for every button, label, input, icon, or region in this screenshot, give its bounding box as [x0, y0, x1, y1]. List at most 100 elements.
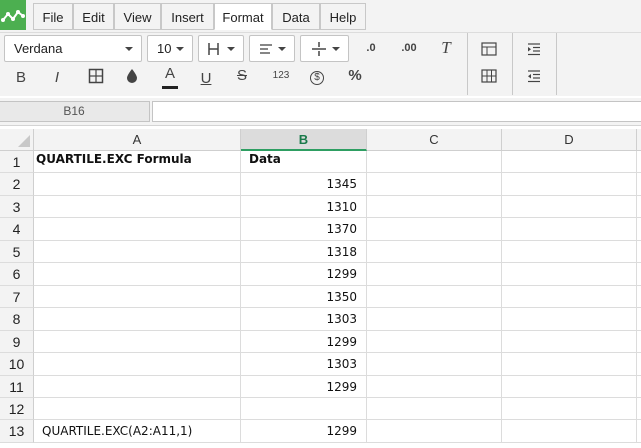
text-color-button[interactable]: A [158, 62, 182, 90]
number-format-button[interactable]: 123 [268, 64, 294, 88]
borders-icon[interactable] [84, 64, 108, 88]
cell-a10[interactable] [34, 353, 241, 376]
cell-b9[interactable]: 1299 [241, 331, 367, 353]
cell-a12[interactable] [34, 398, 241, 420]
cell-a4[interactable] [34, 218, 241, 241]
cell-e9[interactable] [637, 331, 641, 353]
row-header[interactable]: 9 [0, 331, 34, 353]
cell-e1[interactable] [637, 151, 641, 173]
cell-b3[interactable]: 1310 [241, 196, 367, 218]
cell-d7[interactable] [502, 286, 637, 308]
cell-e3[interactable] [637, 196, 641, 218]
row-header[interactable]: 12 [0, 398, 34, 420]
cell-d11[interactable] [502, 376, 637, 398]
column-header-d[interactable]: D [502, 129, 637, 151]
menu-insert[interactable]: Insert [161, 3, 214, 30]
cell-d2[interactable] [502, 173, 637, 196]
cell-b1[interactable]: Data [241, 151, 367, 173]
cell-e11[interactable] [637, 376, 641, 398]
cell-d12[interactable] [502, 398, 637, 420]
clear-formatting-icon[interactable]: T [434, 36, 458, 60]
cell-e6[interactable] [637, 263, 641, 286]
cell-c9[interactable] [367, 331, 502, 353]
cell-c10[interactable] [367, 353, 502, 376]
text-wrap-select[interactable] [300, 35, 349, 62]
cell-e5[interactable] [637, 241, 641, 263]
cell-b12[interactable] [241, 398, 367, 420]
vertical-align-select[interactable] [198, 35, 244, 62]
cell-c12[interactable] [367, 398, 502, 420]
cell-c7[interactable] [367, 286, 502, 308]
cell-reference-box[interactable]: B16 [0, 101, 150, 122]
cell-b4[interactable]: 1370 [241, 218, 367, 241]
cell-e4[interactable] [637, 218, 641, 241]
cell-d4[interactable] [502, 218, 637, 241]
cell-c8[interactable] [367, 308, 502, 331]
font-size-select[interactable]: 10 [147, 35, 193, 62]
cell-c4[interactable] [367, 218, 502, 241]
fill-color-icon[interactable] [120, 64, 144, 88]
cell-a9[interactable] [34, 331, 241, 353]
cell-b13[interactable]: 1299 [241, 420, 367, 443]
cell-e10[interactable] [637, 353, 641, 376]
menu-file[interactable]: File [33, 3, 73, 30]
cell-d5[interactable] [502, 241, 637, 263]
menu-data[interactable]: Data [272, 3, 320, 30]
cell-c2[interactable] [367, 173, 502, 196]
cell-a8[interactable] [34, 308, 241, 331]
select-all-corner[interactable] [0, 129, 34, 151]
cell-a3[interactable] [34, 196, 241, 218]
cell-b6[interactable]: 1299 [241, 263, 367, 286]
cell-c3[interactable] [367, 196, 502, 218]
cell-a7[interactable] [34, 286, 241, 308]
row-header[interactable]: 3 [0, 196, 34, 218]
menu-edit[interactable]: Edit [73, 3, 114, 30]
cell-b2[interactable]: 1345 [241, 173, 367, 196]
cell-b7[interactable]: 1350 [241, 286, 367, 308]
cell-c5[interactable] [367, 241, 502, 263]
cell-e2[interactable] [637, 173, 641, 196]
decrease-decimals-button[interactable]: .0 [358, 36, 384, 60]
horizontal-align-select[interactable] [249, 35, 295, 62]
cell-a6[interactable] [34, 263, 241, 286]
cell-d1[interactable] [502, 151, 637, 173]
row-header[interactable]: 1 [0, 151, 34, 173]
bold-button[interactable]: B [9, 66, 33, 90]
cell-d3[interactable] [502, 196, 637, 218]
cell-e7[interactable] [637, 286, 641, 308]
cell-d13[interactable] [502, 420, 637, 443]
percent-button[interactable]: % [343, 64, 367, 88]
cell-e12[interactable] [637, 398, 641, 420]
italic-button[interactable]: I [45, 66, 69, 90]
row-header[interactable]: 4 [0, 218, 34, 241]
cell-e13[interactable] [637, 420, 641, 443]
increase-decimals-button[interactable]: .00 [396, 36, 422, 60]
cell-e8[interactable] [637, 308, 641, 331]
row-header[interactable]: 7 [0, 286, 34, 308]
cell-c1[interactable] [367, 151, 502, 173]
currency-button[interactable]: $ [305, 64, 329, 88]
column-header-b[interactable]: B [241, 129, 367, 151]
merge-cells-icon[interactable] [477, 37, 501, 61]
cell-d8[interactable] [502, 308, 637, 331]
strikethrough-button[interactable]: S [230, 64, 254, 88]
cell-a5[interactable] [34, 241, 241, 263]
row-header[interactable]: 8 [0, 308, 34, 331]
cell-a13[interactable]: QUARTILE.EXC(A2:A11,1) [34, 420, 241, 443]
underline-button[interactable]: U [194, 67, 218, 91]
row-header[interactable]: 11 [0, 376, 34, 398]
column-header-c[interactable]: C [367, 129, 502, 151]
menu-help[interactable]: Help [320, 3, 366, 30]
menu-view[interactable]: View [114, 3, 161, 30]
indent-decrease-icon[interactable] [522, 64, 546, 88]
row-header[interactable]: 6 [0, 263, 34, 286]
cell-d10[interactable] [502, 353, 637, 376]
grid-table-icon[interactable] [477, 64, 501, 88]
indent-increase-icon[interactable] [522, 37, 546, 61]
font-family-select[interactable]: Verdana [4, 35, 142, 62]
cell-b11[interactable]: 1299 [241, 376, 367, 398]
cell-b5[interactable]: 1318 [241, 241, 367, 263]
cell-a11[interactable] [34, 376, 241, 398]
menu-format[interactable]: Format [214, 3, 272, 30]
column-header-next[interactable] [637, 129, 641, 151]
